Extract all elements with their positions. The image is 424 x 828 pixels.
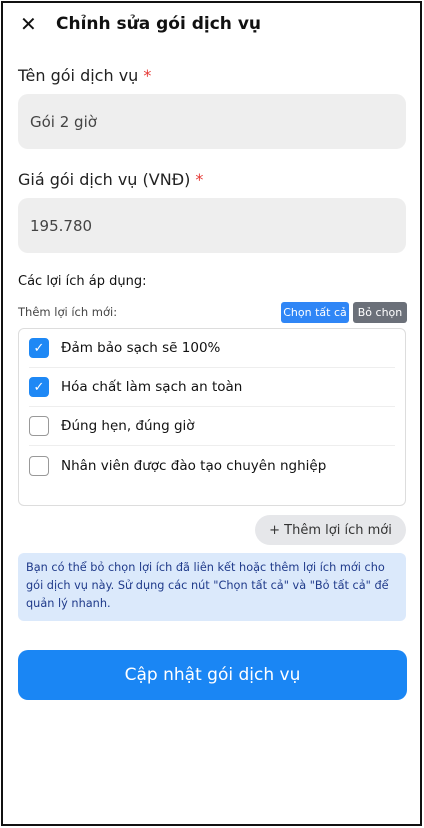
benefit-label: Nhân viên được đào tạo chuyên nghiệp	[61, 457, 327, 474]
close-icon[interactable]: ✕	[20, 14, 40, 34]
required-mark: *	[195, 170, 204, 189]
update-package-button[interactable]: Cập nhật gói dịch vụ	[18, 650, 407, 700]
price-label-text: Giá gói dịch vụ (VNĐ)	[18, 170, 191, 189]
deselect-button[interactable]: Bỏ chọn	[353, 302, 407, 323]
add-benefit-button[interactable]: + Thêm lợi ích mới	[255, 515, 406, 545]
checkbox[interactable]	[29, 416, 49, 436]
checkbox[interactable]	[29, 455, 49, 476]
add-benefit-label: Thêm lợi ích mới:	[18, 305, 118, 319]
benefit-list: ✓ Đảm bảo sạch sẽ 100% ✓ Hóa chất làm sạch …	[18, 328, 406, 506]
name-input[interactable]	[18, 94, 406, 149]
benefit-item[interactable]: Đúng hẹn, đúng giờ	[29, 407, 395, 446]
benefit-item[interactable]: Nhân viên được đào tạo chuyên nghiệp	[29, 446, 395, 485]
checkbox[interactable]: ✓	[29, 338, 49, 358]
info-note: Bạn có thể bỏ chọn lợi ích đã liên kết h…	[18, 553, 406, 621]
name-label-text: Tên gói dịch vụ	[18, 66, 139, 85]
price-input[interactable]	[18, 198, 406, 253]
benefit-label: Hóa chất làm sạch an toàn	[61, 379, 243, 395]
checkbox[interactable]: ✓	[29, 377, 49, 397]
header: ✕ Chỉnh sửa gói dịch vụ	[20, 12, 261, 36]
price-label: Giá gói dịch vụ (VNĐ) *	[18, 170, 203, 189]
benefit-label: Đúng hẹn, đúng giờ	[61, 418, 195, 434]
benefits-section-label: Các lợi ích áp dụng:	[18, 274, 147, 289]
select-all-button[interactable]: Chọn tất cả	[281, 302, 349, 323]
benefit-item[interactable]: ✓ Đảm bảo sạch sẽ 100%	[29, 329, 395, 368]
required-mark: *	[143, 66, 152, 85]
benefit-item[interactable]: ✓ Hóa chất làm sạch an toàn	[29, 368, 395, 407]
name-label: Tên gói dịch vụ *	[18, 66, 151, 85]
benefit-label: Đảm bảo sạch sẽ 100%	[61, 340, 221, 356]
page-title: Chỉnh sửa gói dịch vụ	[56, 14, 262, 34]
